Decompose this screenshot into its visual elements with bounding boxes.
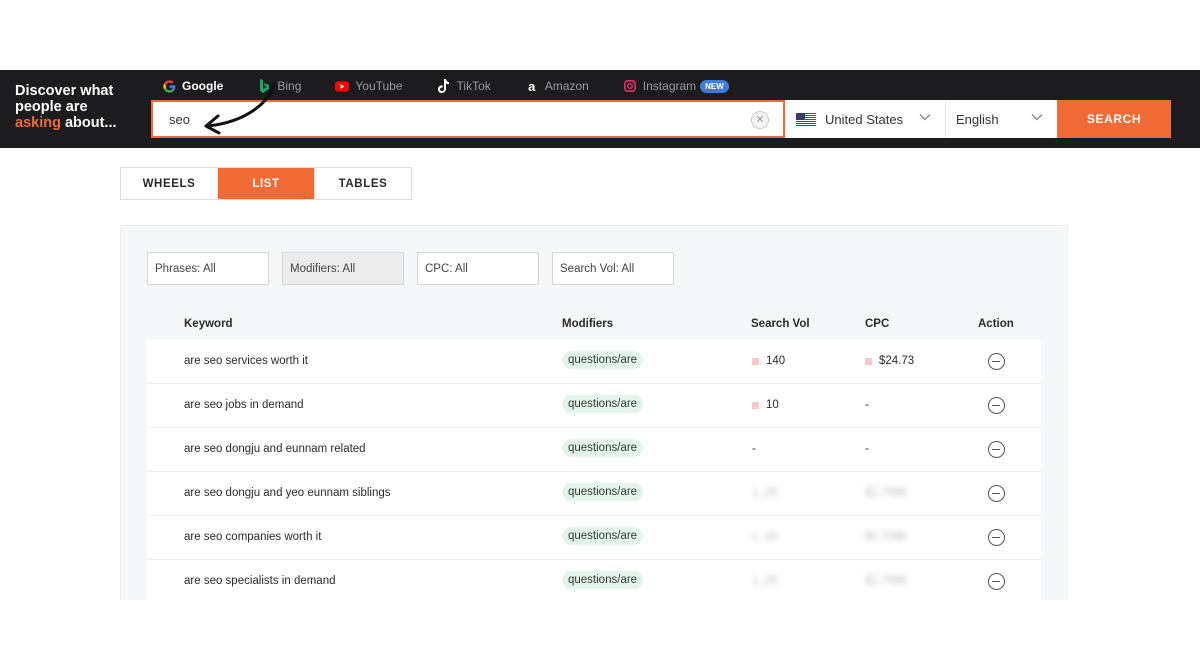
cpc-value: $24.73 — [879, 355, 915, 367]
tagline-line-3: asking about... — [15, 115, 117, 131]
table-row: are seo dongju and yeo eunnam siblings q… — [147, 472, 1041, 516]
country-select[interactable]: United States — [785, 100, 945, 138]
keyword-cell[interactable]: are seo companies worth it — [184, 531, 321, 543]
table-row: are seo services worth it questions/are … — [147, 340, 1041, 384]
keyword-cell[interactable]: are seo services worth it — [184, 355, 308, 367]
table-row: are seo companies worth it questions/are… — [147, 516, 1041, 560]
engine-tabs: Google Bing YouTube TikTok a Amazon Inst… — [162, 75, 763, 97]
filter-bar: Phrases: All Modifiers: All CPC: All Sea… — [147, 252, 687, 285]
modifier-tag: questions/are — [562, 351, 644, 369]
engine-tab-youtube[interactable]: YouTube — [335, 79, 403, 93]
keyword-table: are seo services worth it questions/are … — [147, 340, 1041, 600]
search-input[interactable] — [153, 102, 783, 136]
tagline-line-1: Discover what — [15, 83, 114, 99]
cpc-value: - — [865, 399, 869, 411]
remove-icon[interactable] — [988, 397, 1005, 414]
new-badge: NEW — [700, 79, 729, 93]
view-tabs: WHEELS LIST TABLES — [120, 167, 412, 200]
search-vol-value: 140 — [766, 355, 786, 367]
cpc-blurred: $1.7086 — [865, 575, 907, 587]
google-icon — [162, 79, 176, 93]
engine-label-amazon: Amazon — [544, 79, 589, 93]
modifier-tag: questions/are — [562, 483, 644, 501]
tagline-accent: asking — [15, 115, 61, 131]
header-cpc[interactable]: CPC — [865, 318, 889, 330]
engine-label-google: Google — [182, 79, 224, 93]
search-vol-filter[interactable]: Search Vol: All — [552, 252, 674, 285]
results-panel: Phrases: All Modifiers: All CPC: All Sea… — [120, 225, 1068, 600]
remove-icon[interactable] — [988, 573, 1005, 590]
search-vol-blurred: 1 .20 — [752, 531, 778, 543]
cpc-blurred: $1.7086 — [865, 531, 907, 543]
engine-tab-tiktok[interactable]: TikTok — [437, 79, 491, 93]
engine-label-bing: Bing — [277, 79, 302, 93]
country-value: United States — [825, 111, 904, 127]
search-vol-value: - — [752, 443, 756, 455]
keyword-cell[interactable]: are seo dongju and yeo eunnam siblings — [184, 487, 391, 499]
table-row: are seo dongju and eunnam related questi… — [147, 428, 1041, 472]
search-input-wrapper: ✕ — [151, 100, 785, 138]
trend-indicator-icon — [752, 357, 759, 365]
chevron-down-icon — [919, 114, 931, 121]
search-vol-cell: 10 — [752, 399, 779, 411]
bing-icon — [257, 79, 271, 93]
header-search-vol[interactable]: Search Vol — [751, 318, 810, 330]
search-vol-cell: 140 — [752, 355, 785, 367]
language-select[interactable]: English — [945, 100, 1057, 138]
modifier-tag: questions/are — [562, 571, 644, 589]
tagline: Discover what people are asking about... — [15, 83, 117, 131]
engine-label-instagram: Instagram — [642, 79, 697, 93]
search-vol-value: 10 — [766, 399, 779, 411]
table-row: are seo jobs in demand questions/are 10 … — [147, 384, 1041, 428]
remove-icon[interactable] — [988, 485, 1005, 502]
cpc-value: - — [865, 443, 869, 455]
language-value: English — [956, 111, 999, 127]
amazon-icon: a — [528, 78, 536, 94]
keyword-cell[interactable]: are seo jobs in demand — [184, 399, 304, 411]
clear-icon[interactable]: ✕ — [751, 111, 769, 129]
instagram-icon — [623, 79, 637, 93]
search-bar: ✕ United States English SEARCH — [151, 100, 1171, 138]
trend-indicator-icon — [752, 401, 759, 409]
header-action: Action — [978, 318, 1014, 330]
tiktok-icon — [437, 79, 451, 93]
cpc-filter[interactable]: CPC: All — [417, 252, 539, 285]
keyword-cell[interactable]: are seo specialists in demand — [184, 575, 336, 587]
tagline-tail: about... — [60, 115, 117, 131]
engine-tab-instagram[interactable]: Instagram NEW — [623, 79, 729, 93]
engine-tab-google[interactable]: Google — [162, 79, 223, 93]
tab-tables[interactable]: TABLES — [315, 168, 411, 199]
engine-tab-amazon[interactable]: a Amazon — [525, 78, 589, 94]
search-button[interactable]: SEARCH — [1057, 100, 1171, 138]
youtube-icon — [335, 79, 350, 93]
cpc-blurred: $1.7086 — [865, 487, 907, 499]
remove-icon[interactable] — [988, 441, 1005, 458]
modifier-tag: questions/are — [562, 527, 644, 545]
keyword-cell[interactable]: are seo dongju and eunnam related — [184, 443, 366, 455]
us-flag-icon — [796, 112, 816, 126]
modifier-tag: questions/are — [562, 395, 644, 413]
header-keyword[interactable]: Keyword — [184, 318, 233, 330]
engine-label-youtube: YouTube — [355, 79, 403, 93]
engine-label-tiktok: TikTok — [456, 79, 491, 93]
table-row: are seo specialists in demand questions/… — [147, 560, 1041, 600]
search-vol-blurred: 1 .20 — [752, 575, 778, 587]
table-header: Keyword Modifiers Search Vol CPC Action — [147, 304, 1041, 340]
remove-icon[interactable] — [988, 353, 1005, 370]
remove-icon[interactable] — [988, 529, 1005, 546]
engine-tab-bing[interactable]: Bing — [257, 79, 301, 93]
cpc-cell: $24.73 — [865, 355, 914, 367]
search-vol-blurred: 1 .20 — [752, 487, 778, 499]
tab-wheels[interactable]: WHEELS — [121, 168, 218, 199]
phrases-filter[interactable]: Phrases: All — [147, 252, 269, 285]
modifier-tag: questions/are — [562, 439, 644, 457]
tagline-line-2: people are — [15, 99, 88, 115]
top-search-header: Discover what people are asking about...… — [0, 70, 1200, 148]
chevron-down-icon — [1031, 114, 1043, 121]
tab-list[interactable]: LIST — [218, 168, 315, 199]
modifiers-filter[interactable]: Modifiers: All — [282, 252, 404, 285]
header-modifiers[interactable]: Modifiers — [562, 318, 613, 330]
trend-indicator-icon — [865, 357, 872, 365]
